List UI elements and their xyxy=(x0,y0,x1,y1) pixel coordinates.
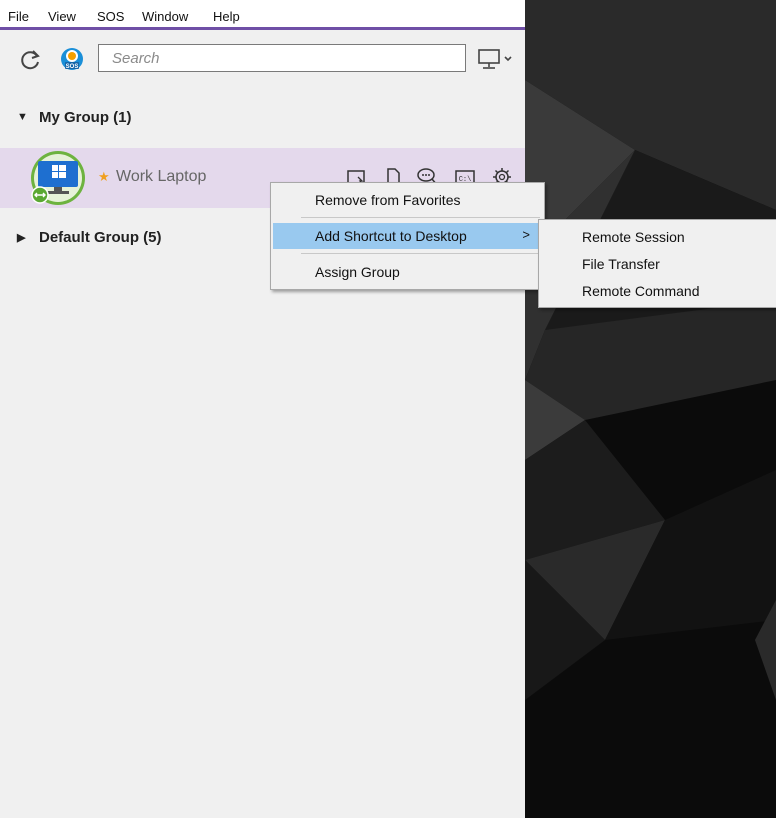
desktop-wallpaper xyxy=(525,0,776,818)
toolbar: SOS xyxy=(0,30,525,86)
menu-assign-group[interactable]: Assign Group xyxy=(273,259,542,285)
submenu-file-transfer[interactable]: File Transfer xyxy=(541,250,775,276)
sos-icon[interactable]: SOS xyxy=(60,47,84,71)
submenu-arrow-icon: > xyxy=(522,227,530,242)
monitor-dropdown-icon[interactable] xyxy=(476,47,520,71)
group-label: My Group (1) xyxy=(39,109,132,126)
menu-item-label: Add Shortcut to Desktop xyxy=(315,228,467,244)
app-panel: File View SOS Window Help SOS ▼ My Group… xyxy=(0,0,525,818)
submenu-item-label: File Transfer xyxy=(582,256,660,272)
menu-sos[interactable]: SOS xyxy=(97,9,124,24)
menu-view[interactable]: View xyxy=(48,9,76,24)
group-label: Default Group (5) xyxy=(39,229,162,246)
menu-add-shortcut-to-desktop[interactable]: Add Shortcut to Desktop > xyxy=(273,223,542,249)
context-menu: Remove from Favorites Add Shortcut to De… xyxy=(270,182,545,290)
submenu-item-label: Remote Session xyxy=(582,229,685,245)
menu-item-label: Assign Group xyxy=(315,264,400,280)
menu-bar: File View SOS Window Help xyxy=(0,0,525,30)
search-input[interactable] xyxy=(98,44,466,72)
menu-separator xyxy=(301,217,540,218)
menu-window[interactable]: Window xyxy=(142,9,188,24)
menu-help[interactable]: Help xyxy=(213,9,240,24)
submenu-remote-session[interactable]: Remote Session xyxy=(541,223,775,249)
refresh-icon[interactable] xyxy=(18,48,42,72)
menu-separator xyxy=(301,253,540,254)
expanded-arrow-icon: ▼ xyxy=(17,111,28,123)
shortcut-submenu: Remote Session File Transfer Remote Comm… xyxy=(538,219,776,308)
menu-item-label: Remove from Favorites xyxy=(315,192,461,208)
device-name: Work Laptop xyxy=(116,168,207,185)
submenu-item-label: Remote Command xyxy=(582,283,700,299)
windows-computer-icon xyxy=(31,151,85,205)
collapsed-arrow-icon: ▶ xyxy=(17,232,26,244)
svg-text:SOS: SOS xyxy=(66,64,79,70)
menu-file[interactable]: File xyxy=(8,9,29,24)
submenu-remote-command[interactable]: Remote Command xyxy=(541,277,775,303)
favorite-star-icon[interactable]: ★ xyxy=(98,169,110,185)
group-my-group[interactable]: ▼ My Group (1) xyxy=(0,104,525,134)
menu-remove-from-favorites[interactable]: Remove from Favorites xyxy=(273,187,542,213)
